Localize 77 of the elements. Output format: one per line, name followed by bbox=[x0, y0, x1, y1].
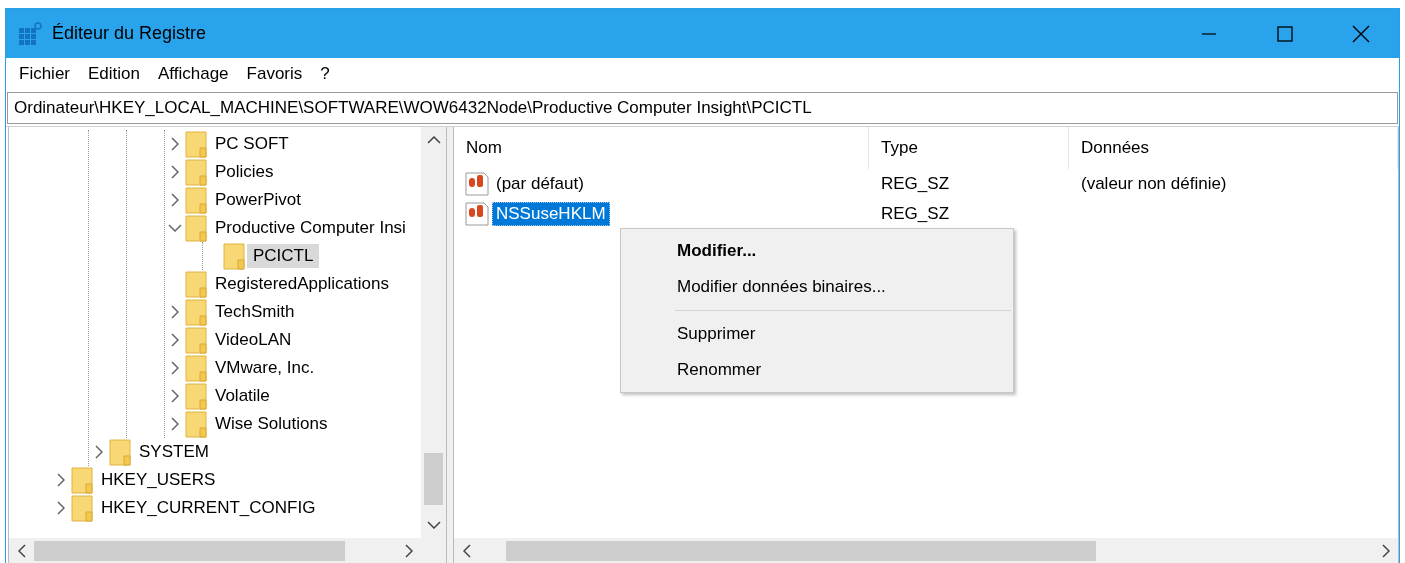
tree-item[interactable]: VideoLAN bbox=[209, 328, 298, 352]
expand-caret-icon[interactable] bbox=[95, 445, 103, 459]
string-value-icon bbox=[464, 171, 490, 197]
address-bar[interactable]: Ordinateur\HKEY_LOCAL_MACHINE\SOFTWARE\WOW6432Node\Productive Computer Insight\PCICTL bbox=[7, 92, 1398, 124]
chevron-icon bbox=[426, 136, 441, 144]
folder-icon bbox=[185, 326, 207, 354]
vertical-scrollbar[interactable] bbox=[421, 127, 446, 538]
chevron-icon bbox=[1381, 544, 1390, 558]
expand-caret-icon[interactable] bbox=[171, 333, 179, 347]
scrollbar-thumb[interactable] bbox=[424, 453, 443, 505]
expand-caret-icon[interactable] bbox=[171, 137, 179, 151]
chevron-icon bbox=[404, 544, 413, 558]
tree-item[interactable]: HKEY_USERS bbox=[95, 468, 222, 492]
folder-icon bbox=[185, 214, 207, 242]
tree-item[interactable]: PowerPivot bbox=[209, 188, 307, 212]
horizontal-scrollbar[interactable] bbox=[9, 538, 421, 563]
value-data: (valeur non définie) bbox=[1080, 174, 1228, 194]
tree-item[interactable]: Productive Computer Insi bbox=[209, 216, 412, 240]
menu-item[interactable]: ? bbox=[313, 62, 337, 86]
menu-item[interactable]: Fichier bbox=[12, 62, 77, 86]
menu-item[interactable]: Modifier... bbox=[621, 233, 1013, 269]
value-name[interactable]: NSSuseHKLM bbox=[492, 202, 610, 226]
registry-icon bbox=[18, 21, 42, 46]
folder-icon bbox=[71, 466, 93, 494]
tree-item[interactable]: Wise Solutions bbox=[209, 412, 334, 436]
expand-caret-icon[interactable] bbox=[171, 361, 179, 375]
folder-icon bbox=[109, 438, 131, 466]
chevron-icon bbox=[17, 544, 26, 558]
menu-item[interactable]: Favoris bbox=[239, 62, 310, 86]
folder-icon bbox=[185, 410, 207, 438]
expand-caret-icon[interactable] bbox=[171, 193, 179, 207]
folder-icon bbox=[185, 298, 207, 326]
tree-item[interactable]: VMware, Inc. bbox=[209, 356, 321, 380]
collapse-caret-icon[interactable] bbox=[168, 224, 182, 232]
column-header[interactable]: Nom bbox=[454, 127, 869, 169]
expand-caret-icon[interactable] bbox=[171, 389, 179, 403]
menu-item[interactable]: Affichage bbox=[151, 62, 236, 86]
folder-icon bbox=[185, 130, 207, 158]
expand-caret-icon[interactable] bbox=[171, 305, 179, 319]
value-name[interactable]: (par défaut) bbox=[492, 172, 588, 196]
menu-item[interactable]: Renommer bbox=[621, 352, 1013, 388]
expand-caret-icon[interactable] bbox=[171, 165, 179, 179]
minimize-icon bbox=[1202, 32, 1216, 35]
tree-item[interactable]: Volatile bbox=[209, 384, 276, 408]
tree-item[interactable]: PC SOFT bbox=[209, 132, 295, 156]
expand-caret-icon[interactable] bbox=[57, 473, 65, 487]
tree-item[interactable]: RegisteredApplications bbox=[209, 272, 395, 296]
value-type: REG_SZ bbox=[880, 174, 951, 194]
folder-icon bbox=[185, 270, 207, 298]
folder-icon bbox=[185, 158, 207, 186]
menu-item[interactable]: Edition bbox=[81, 62, 147, 86]
expand-caret-icon[interactable] bbox=[171, 417, 179, 431]
close-icon bbox=[1352, 24, 1370, 43]
menu-item[interactable]: Supprimer bbox=[621, 316, 1013, 352]
folder-icon bbox=[71, 494, 93, 522]
chevron-icon bbox=[426, 521, 441, 529]
tree-item[interactable]: SYSTEM bbox=[133, 440, 215, 464]
folder-icon bbox=[185, 186, 207, 214]
string-value-icon bbox=[464, 201, 490, 227]
horizontal-scrollbar[interactable] bbox=[454, 538, 1398, 563]
maximize-icon bbox=[1277, 25, 1293, 42]
expand-caret-icon[interactable] bbox=[57, 501, 65, 515]
scrollbar-thumb[interactable] bbox=[505, 541, 1096, 561]
folder-icon bbox=[223, 242, 245, 270]
tree-item[interactable]: PCICTL bbox=[247, 244, 320, 268]
menu-item[interactable]: Modifier données binaires... bbox=[621, 269, 1013, 305]
tree-item[interactable]: HKEY_CURRENT_CONFIG bbox=[95, 496, 322, 520]
tree-item[interactable]: TechSmith bbox=[209, 300, 301, 324]
column-header[interactable]: Type bbox=[869, 127, 1069, 169]
tree-item[interactable]: Policies bbox=[209, 160, 280, 184]
folder-icon bbox=[185, 354, 207, 382]
chevron-icon bbox=[462, 544, 471, 558]
value-type: REG_SZ bbox=[880, 204, 951, 224]
scrollbar-thumb[interactable] bbox=[34, 541, 346, 561]
window-title: Éditeur du Registre bbox=[52, 23, 208, 44]
column-header[interactable]: Données bbox=[1069, 127, 1398, 169]
folder-icon bbox=[185, 382, 207, 410]
